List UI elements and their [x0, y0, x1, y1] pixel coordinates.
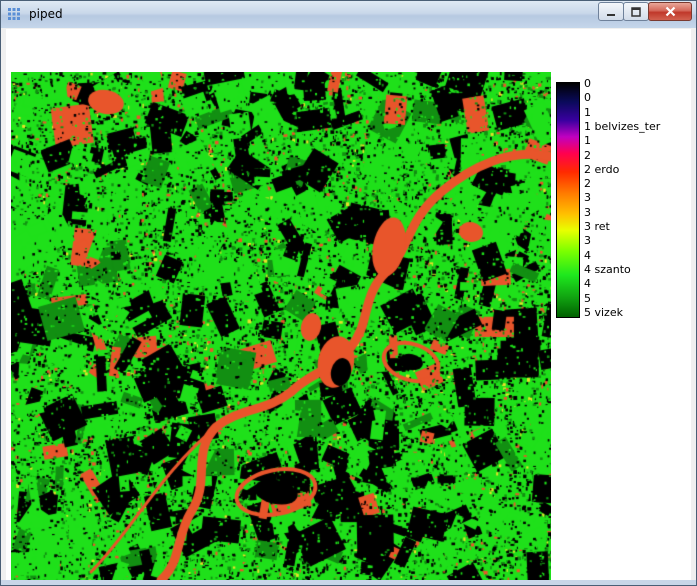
legend-tick: 0 — [584, 91, 591, 105]
window-bottom-border — [1, 580, 696, 585]
legend-tick: 1 — [584, 134, 591, 148]
legend-tick: 5 vizek — [584, 305, 623, 319]
legend-tick: 4 szanto — [584, 262, 631, 276]
legend-tick: 0 — [584, 77, 591, 90]
legend-tick: 1 — [584, 105, 591, 119]
maximize-button[interactable] — [623, 2, 649, 21]
content-area: 0011 belvizes_ter 1 2 2 erdo 2 3 3 3 ret 3 4 4 sza… — [6, 29, 691, 580]
legend-tick: 5 — [584, 291, 591, 305]
legend-tick: 1 belvizes_ter — [584, 119, 661, 133]
legend-tick: 2 — [584, 177, 591, 191]
close-icon — [665, 6, 675, 17]
legend-tick: 3 — [584, 191, 591, 205]
application-window: piped 0 0 1 1 belvizes_ter 1 2 2 erdo 2 … — [0, 0, 697, 586]
legend-tick: 2 erdo — [584, 162, 620, 176]
legend-colorbar — [556, 82, 580, 318]
legend-tick: 3 — [584, 234, 591, 248]
close-button[interactable] — [648, 2, 692, 21]
legend-tick: 3 ret — [584, 220, 610, 233]
minimize-button[interactable] — [598, 2, 624, 21]
legend-tick: 4 — [584, 277, 591, 291]
legend-tick: 2 — [584, 148, 591, 162]
title-bar[interactable]: piped — [1, 1, 696, 28]
maximize-icon — [631, 6, 641, 17]
window-title: piped — [29, 7, 63, 21]
legend-tick: 3 — [584, 205, 591, 219]
minimize-icon — [607, 13, 615, 16]
app-icon — [8, 8, 20, 20]
legend-tick: 4 — [584, 248, 591, 262]
classified-raster-map[interactable] — [11, 72, 551, 580]
